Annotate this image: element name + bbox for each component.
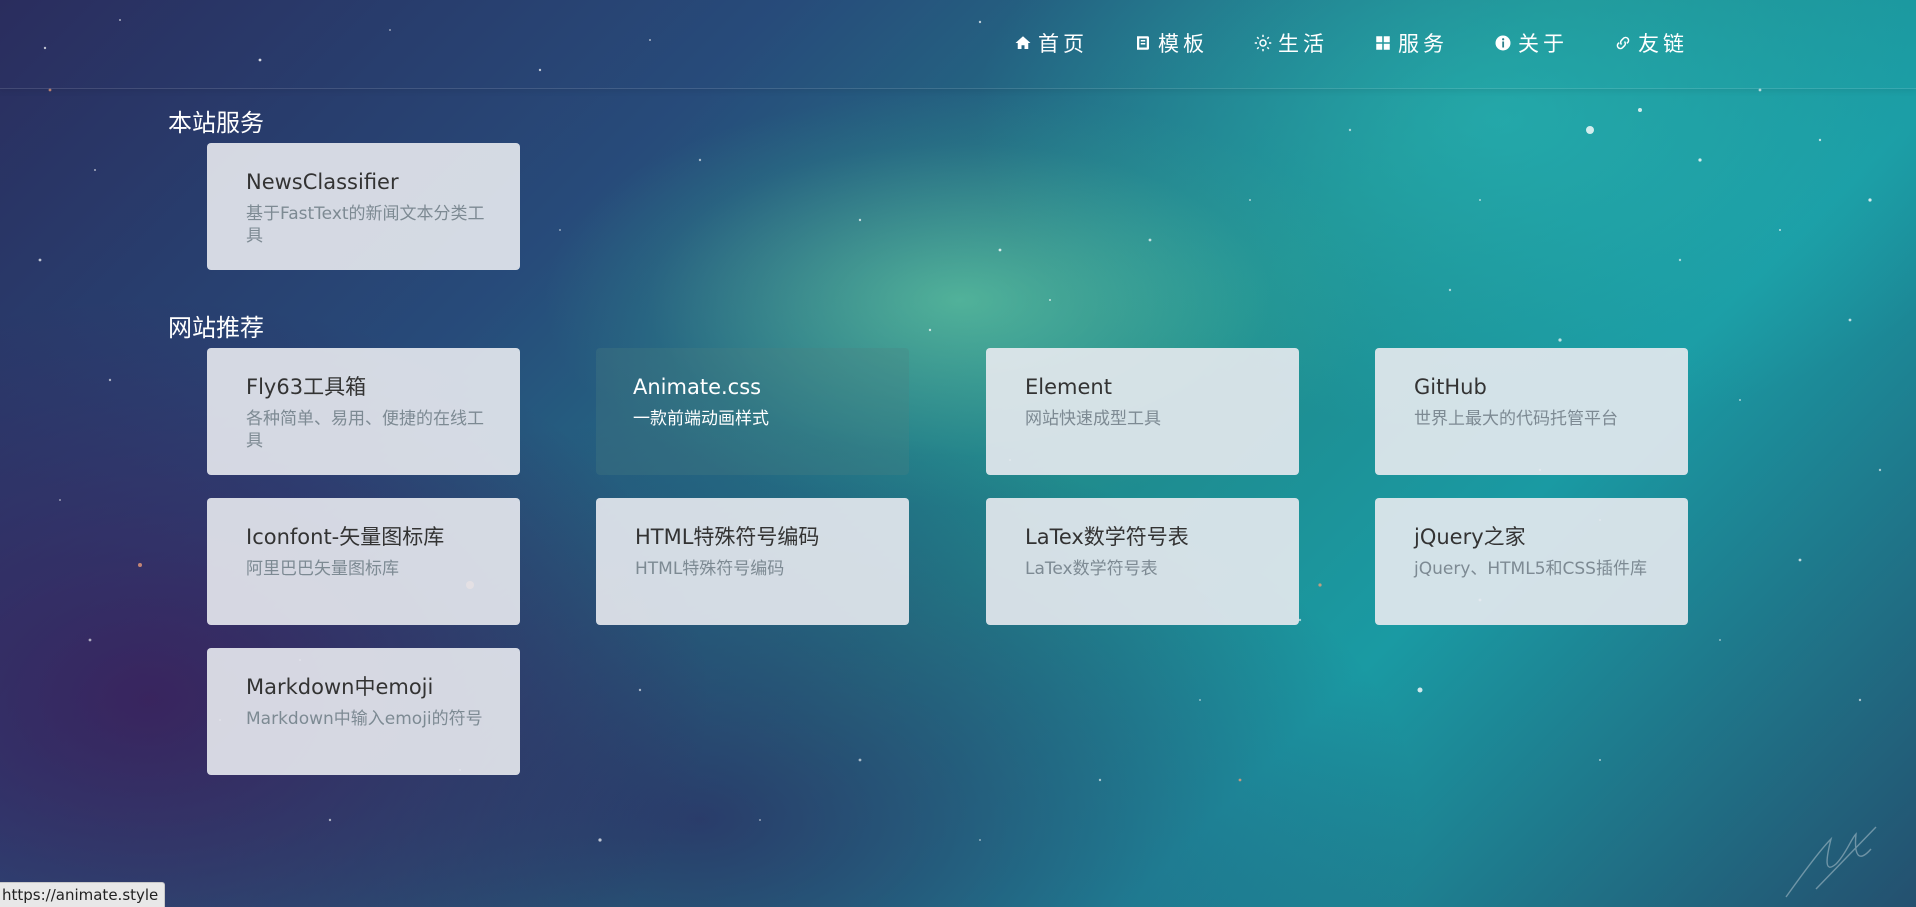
top-navbar: 首页 模板 生活 服务 关于 友链: [0, 0, 1916, 89]
card-title: Animate.css: [633, 375, 762, 399]
card-title: NewsClassifier: [246, 170, 399, 194]
card-title: HTML特殊符号编码: [635, 525, 820, 549]
site-card-animate-css[interactable]: Animate.css 一款前端动画样式: [596, 348, 909, 475]
card-description: 基于FastText的新闻文本分类工具: [246, 204, 485, 246]
nav-item-label: 首页: [1038, 32, 1088, 56]
card-title: Fly63工具箱: [246, 375, 367, 399]
nav-item-templates[interactable]: 模板: [1134, 28, 1208, 58]
section-title-recommendations: 网站推荐: [168, 314, 264, 342]
link-icon: [1616, 36, 1630, 50]
nav-item-label: 友链: [1638, 32, 1688, 56]
card-description: 网站快速成型工具: [1025, 409, 1161, 429]
site-card-jquery-home[interactable]: jQuery之家 jQuery、HTML5和CSS插件库: [1375, 498, 1688, 625]
card-title: Element: [1025, 375, 1112, 399]
card-description: 一款前端动画样式: [633, 409, 769, 429]
nav-item-home[interactable]: 首页: [1014, 28, 1088, 58]
card-title: GitHub: [1414, 375, 1487, 399]
sun-icon: [1254, 34, 1272, 52]
home-icon: [1015, 36, 1031, 49]
card-description: 各种简单、易用、便捷的在线工具: [246, 409, 484, 451]
card-title: jQuery之家: [1414, 525, 1526, 549]
main-nav: 首页 模板 生活 服务 关于 友链: [968, 28, 1688, 58]
card-description: LaTex数学符号表: [1025, 559, 1158, 579]
info-icon: [1495, 35, 1511, 51]
card-description: jQuery、HTML5和CSS插件库: [1414, 559, 1647, 579]
site-card-html-entities[interactable]: HTML特殊符号编码 HTML特殊符号编码: [596, 498, 909, 625]
card-description: HTML特殊符号编码: [635, 559, 785, 579]
nav-item-label: 关于: [1518, 32, 1568, 56]
card-title: Markdown中emoji: [246, 675, 434, 699]
signature-watermark: [1785, 826, 1877, 898]
service-card-newsclassifier[interactable]: NewsClassifier 基于FastText的新闻文本分类工具: [207, 143, 520, 270]
nav-item-label: 生活: [1278, 32, 1328, 56]
site-card-latex-symbols[interactable]: LaTex数学符号表 LaTex数学符号表: [986, 498, 1299, 625]
site-card-github[interactable]: GitHub 世界上最大的代码托管平台: [1375, 348, 1688, 475]
status-bar-url: https://animate.style: [0, 882, 166, 907]
template-icon: [1137, 36, 1149, 50]
site-card-markdown-emoji[interactable]: Markdown中emoji Markdown中输入emoji的符号: [207, 648, 520, 775]
section-title-own-services: 本站服务: [168, 109, 264, 137]
nav-item-label: 服务: [1398, 32, 1448, 56]
nav-item-life[interactable]: 生活: [1254, 28, 1328, 58]
site-card-iconfont[interactable]: Iconfont-矢量图标库 阿里巴巴矢量图标库: [207, 498, 520, 625]
nav-item-links[interactable]: 友链: [1614, 28, 1688, 58]
site-card-element[interactable]: Element 网站快速成型工具: [986, 348, 1299, 475]
nav-item-label: 模板: [1158, 32, 1208, 56]
card-description: 世界上最大的代码托管平台: [1414, 409, 1618, 429]
site-card-fly63[interactable]: Fly63工具箱 各种简单、易用、便捷的在线工具: [207, 348, 520, 475]
card-description: Markdown中输入emoji的符号: [246, 709, 483, 729]
card-title: Iconfont-矢量图标库: [246, 525, 445, 549]
card-title: LaTex数学符号表: [1025, 525, 1189, 549]
card-description: 阿里巴巴矢量图标库: [246, 559, 399, 579]
grid-icon: [1376, 36, 1390, 50]
nav-item-about[interactable]: 关于: [1494, 28, 1568, 58]
nav-item-services[interactable]: 服务: [1374, 28, 1448, 58]
